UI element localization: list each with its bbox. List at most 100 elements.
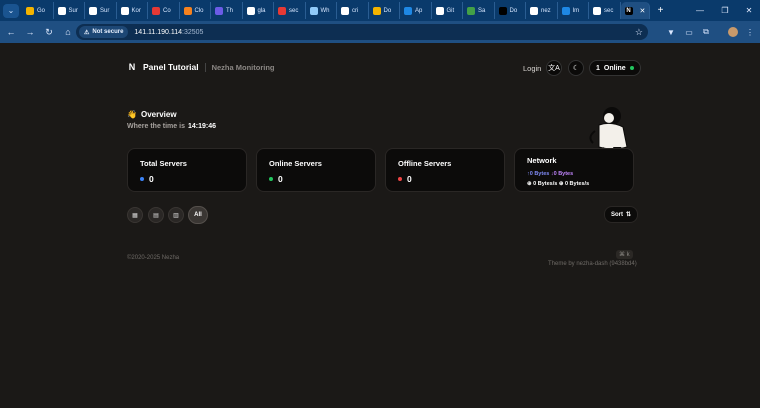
tab-label: Ap [415,7,423,14]
nezha-favicon-icon: N [624,6,633,15]
browser-tab[interactable]: Kor [117,2,148,19]
tab-favicon-icon [278,6,286,15]
not-secure-badge[interactable]: ⚠ Not secure [79,26,129,38]
tab-search-chevron-icon[interactable]: ⌄ [3,3,19,18]
browser-tab[interactable]: Go [22,2,54,19]
network-card[interactable]: Network ↑0 Bytes ↓0 Bytes ⊕ 0 Bytes/s ⊕ … [514,148,634,192]
brand[interactable]: N Panel Tutorial Nezha Monitoring [127,62,275,72]
url-host: 141.11.190.114 [134,28,183,36]
card-title: Network [527,156,557,165]
view-grid-icon[interactable]: ▦ [127,207,143,223]
nezha-logo-icon: N [128,62,136,72]
tab-strip: Go Sur Sur Kor Co Clo Th gla sec Wh cri Do Ap Git Sa Do… [22,2,621,19]
tab-label: Go [37,7,46,14]
tab-label: Wh [320,7,330,14]
close-window-button[interactable]: ✕ [737,0,760,21]
view-columns-icon[interactable]: ▥ [168,207,184,223]
sort-arrows-icon: ⇅ [626,212,632,218]
browser-tab[interactable]: Ap [400,2,432,19]
url-text[interactable]: 141.11.190.114:32505 [134,29,203,36]
browser-tab[interactable]: Th [211,2,243,19]
back-arrow-icon[interactable]: ← [3,24,19,40]
minimize-button[interactable]: — [688,0,712,21]
browser-tab[interactable]: Clo [180,2,211,19]
download-speed-icon: ⊕ [558,181,564,187]
tab-label: Kor [131,7,141,14]
browser-tab[interactable]: gla [243,2,274,19]
browser-tab-bar: ⌄ Go Sur Sur Kor Co Clo Th gla sec Wh cri Do Ap Git Sa… [0,0,760,21]
language-icon[interactable]: 文A [546,60,562,76]
tab-label: Sa [478,7,486,14]
tab-label: cri [352,7,359,14]
browser-tab[interactable]: Im [558,2,589,19]
total-servers-card[interactable]: Total Servers 0 [127,148,247,192]
browser-tab[interactable]: Sur [54,2,85,19]
total-servers-value: 0 [149,174,154,184]
tab-favicon-icon [530,6,538,15]
offline-servers-value: 0 [407,174,412,184]
view-inline-icon[interactable]: ▤ [148,207,164,223]
reload-icon[interactable]: ↻ [41,24,57,40]
browser-tab[interactable]: Co [148,2,180,19]
browser-tab[interactable]: Sa [463,2,495,19]
restore-button[interactable]: ❐ [713,0,737,21]
tab-favicon-icon [435,6,444,15]
browser-tab[interactable]: Git [432,2,463,19]
offline-servers-card[interactable]: Offline Servers 0 [385,148,505,192]
browser-menu-icon[interactable]: ⋮ [742,21,758,43]
url-port: :32505 [182,28,204,36]
overview-heading: 👋 Overview [127,110,177,119]
browser-tab[interactable]: Do [369,2,400,19]
browser-tab[interactable]: sec [589,2,621,19]
browser-tab[interactable]: sec [274,2,306,19]
network-speeds: ⊕ 0 Bytes/s ⊕ 0 Bytes/s [527,181,589,187]
browser-tab[interactable]: Wh [306,2,337,19]
tab-label: Im [572,7,580,14]
blue-dot-icon [140,177,144,181]
tab-label: Co [163,7,171,14]
sort-button[interactable]: Sort ⇅ [604,206,639,223]
card-title: Total Servers [140,159,187,168]
tab-favicon-icon [341,6,349,15]
current-time: Where the time is 14:19:46 [127,123,216,130]
card-title: Online Servers [269,159,322,168]
filter-all-button[interactable]: All [188,206,208,224]
online-servers-card[interactable]: Online Servers 0 [256,148,376,192]
forward-arrow-icon[interactable]: → [22,24,38,40]
tab-label: Do [509,7,518,14]
brand-title: Panel Tutorial [143,62,199,72]
tab-label: Sur [100,7,110,14]
profile-avatar-icon[interactable] [725,21,741,43]
download-speed: 0 Bytes/s [564,181,590,187]
warning-icon: ⚠ [84,29,90,36]
bookmark-star-icon[interactable]: ☆ [635,27,643,38]
upload-total: ↑0 Bytes [527,171,550,177]
tab-active[interactable]: N ✕ [620,2,650,19]
upload-speed-icon: ⊕ [527,181,532,187]
overview-title: Overview [140,110,177,119]
browser-tab[interactable]: Do [495,2,526,19]
extension-v-icon[interactable]: ▼ [663,21,679,43]
theme-credit[interactable]: Theme by nezha-dash (9438bd4) [548,261,637,267]
tab-favicon-icon [372,6,381,15]
close-tab-icon[interactable]: ✕ [640,7,646,15]
tab-favicon-icon [593,6,601,15]
browser-tab[interactable]: nez [526,2,558,19]
browser-tab[interactable]: Sur [85,2,117,19]
brand-divider [204,62,206,72]
moon-theme-icon[interactable]: ☾ [568,60,584,76]
extensions-puzzle-icon[interactable]: ⧉ [698,21,714,43]
home-icon[interactable]: ⌂ [60,24,76,40]
tab-favicon-icon [89,6,97,15]
red-dot-icon [398,177,402,181]
upload-speed: 0 Bytes/s [533,181,558,187]
command-shortcut-badge[interactable]: ⌘ k [616,250,633,259]
time-value: 14:19:46 [187,123,216,130]
login-link[interactable]: Login [523,64,541,73]
browser-tab[interactable]: cri [337,2,369,19]
extension-card-icon[interactable]: ▭ [681,21,697,43]
online-status-pill: 1 Online [589,60,641,76]
new-tab-button[interactable]: + [654,4,668,18]
tab-label: Do [383,7,392,14]
address-bar[interactable]: ⚠ Not secure 141.11.190.114:32505 ☆ [76,24,648,40]
